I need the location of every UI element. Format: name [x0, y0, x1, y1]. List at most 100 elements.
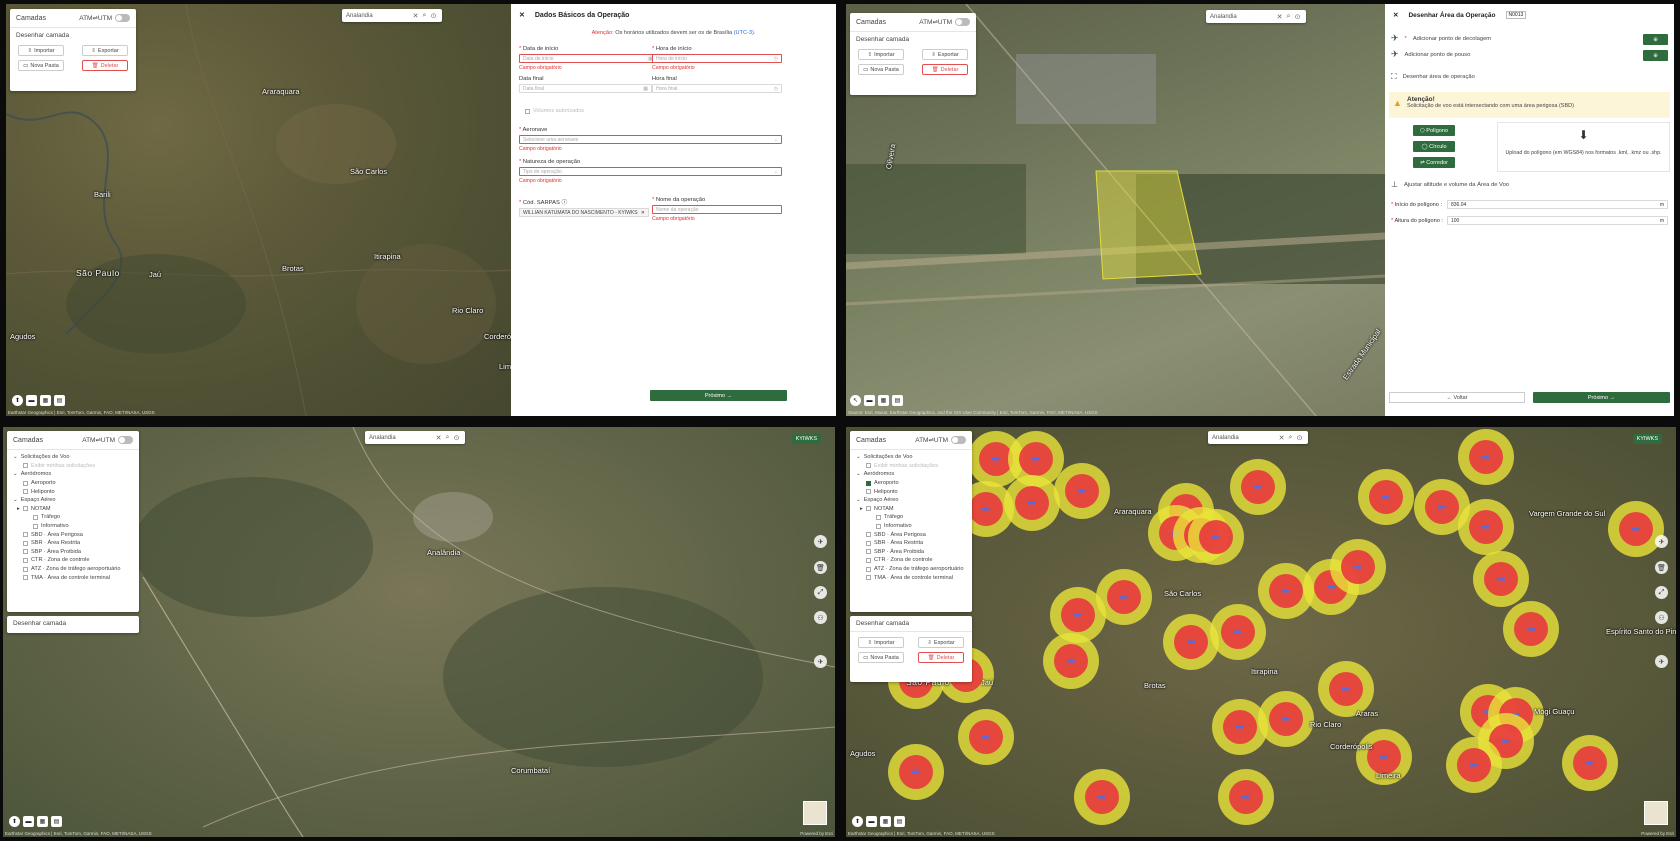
- users-icon[interactable]: ⚇: [814, 611, 827, 624]
- trash-icon[interactable]: 🗑: [814, 561, 827, 574]
- atm-utm-toggle[interactable]: [118, 436, 133, 444]
- search-input[interactable]: Analandia: [369, 435, 434, 441]
- tree-sbp[interactable]: SBP · Área Proibida: [13, 548, 133, 557]
- tree-atz[interactable]: ATZ · Zona de tráfego aeroportuário: [856, 565, 966, 574]
- polygon-button[interactable]: ⬠ Polígono: [1413, 125, 1455, 136]
- tree-heliport[interactable]: Heliponto: [13, 487, 133, 496]
- auto-volumes-checkbox[interactable]: Volumes autorizados: [525, 108, 584, 114]
- users-icon[interactable]: ⚇: [1655, 611, 1668, 624]
- close-icon[interactable]: ✕: [519, 11, 525, 19]
- export-button[interactable]: ⇩ Exportar: [922, 49, 968, 60]
- tree-info[interactable]: Informativo: [13, 522, 133, 531]
- new-folder-button[interactable]: ▭ Nova Pasta: [858, 652, 904, 663]
- trash-icon[interactable]: 🗑: [1655, 561, 1668, 574]
- atm-utm-toggle[interactable]: [951, 436, 966, 444]
- search-box[interactable]: Analandia ✕ ⌕ ⊙: [1208, 431, 1308, 444]
- grid-icon[interactable]: ▦: [40, 395, 51, 406]
- export-button[interactable]: ⇩ Exportar: [918, 637, 964, 648]
- minimap[interactable]: [1644, 801, 1668, 825]
- atm-utm-toggle[interactable]: [955, 18, 970, 26]
- tree-airport[interactable]: Aeroporto: [856, 479, 966, 488]
- layers-icon[interactable]: ▤: [894, 816, 905, 827]
- corridor-button[interactable]: ⇌ Corredor: [1413, 157, 1455, 168]
- tree-atz[interactable]: ATZ · Zona de tráfego aeroportuário: [13, 565, 133, 574]
- search-input[interactable]: Analandia: [1210, 14, 1275, 20]
- delete-button[interactable]: 🗑 Deletar: [922, 64, 968, 75]
- tree-sbr[interactable]: SBR · Área Restrita: [856, 539, 966, 548]
- close-icon[interactable]: ✕: [1393, 11, 1398, 19]
- add-landing-button[interactable]: ⊕: [1643, 50, 1668, 61]
- add-takeoff-button[interactable]: ⊕: [1643, 34, 1668, 45]
- atm-utm-toggle[interactable]: [115, 14, 130, 22]
- pointer-icon[interactable]: ↖: [850, 395, 861, 406]
- nature-select[interactable]: Tipo de operação ⌄: [519, 167, 782, 176]
- export-button[interactable]: ⇩ Exportar: [82, 45, 128, 56]
- tree-traffic[interactable]: Tráfego: [13, 513, 133, 522]
- compass-icon[interactable]: ⬆: [12, 395, 23, 406]
- poly-start-input[interactable]: 836.04 m: [1447, 200, 1668, 209]
- delete-button[interactable]: 🗑 Deletar: [918, 652, 964, 663]
- tree-ctr[interactable]: CTR · Zona de controle: [13, 556, 133, 565]
- tree-airspace[interactable]: ⌄ Espaço Aéreo: [13, 496, 133, 505]
- tree-tma[interactable]: TMA · Área de controle terminal: [856, 573, 966, 582]
- tree-notam[interactable]: ▸ NOTAM: [856, 505, 966, 514]
- user-badge[interactable]: KYIWKS: [791, 434, 821, 444]
- circle-button[interactable]: ◯ Círculo: [1413, 141, 1455, 152]
- start-date-input[interactable]: Data de início ▦: [519, 54, 657, 63]
- next-button[interactable]: Próximo →: [1533, 392, 1670, 403]
- satellite-map[interactable]: Araraquara São Carlos Vargem Grande do S…: [846, 427, 1676, 837]
- search-box[interactable]: Analandia ✕ ⌕ ⊙: [342, 9, 442, 22]
- search-box[interactable]: Analandia ✕ ⌕ ⊙: [1206, 10, 1306, 23]
- tree-info[interactable]: Informativo: [856, 522, 966, 531]
- new-folder-button[interactable]: ▭ Nova Pasta: [18, 60, 64, 71]
- grid-icon[interactable]: ▦: [878, 395, 889, 406]
- satellite-map[interactable]: Araraquara São Carlos Barili São Paulo J…: [6, 4, 511, 416]
- tree-airport[interactable]: Aeroporto: [13, 479, 133, 488]
- basemap-icon[interactable]: ▬: [26, 395, 37, 406]
- basemap-icon[interactable]: ▬: [866, 816, 877, 827]
- airplane-icon[interactable]: ✈: [1655, 535, 1668, 548]
- draw-panel-collapsed[interactable]: Desenhar camada: [7, 616, 139, 633]
- tree-sbr[interactable]: SBR · Área Restrita: [13, 539, 133, 548]
- tree-ctr[interactable]: CTR · Zona de controle: [856, 556, 966, 565]
- tree-flight-requests[interactable]: ⌄ Solicitações de Voo: [13, 453, 133, 462]
- expand-icon[interactable]: ⤢: [1655, 586, 1668, 599]
- grid-icon[interactable]: ▦: [880, 816, 891, 827]
- airplane-icon[interactable]: ✈: [814, 535, 827, 548]
- basemap-icon[interactable]: ▬: [864, 395, 875, 406]
- import-button[interactable]: ⇪ Importar: [858, 49, 904, 60]
- new-folder-button[interactable]: ▭ Nova Pasta: [858, 64, 904, 75]
- satellite-map[interactable]: Analândia Corumbataí Camadas ATM⇌UTM ⌄ Sol…: [3, 427, 835, 837]
- tree-show-mine[interactable]: Exibir minhas solicitações: [13, 462, 133, 471]
- next-button[interactable]: Próximo →: [650, 390, 787, 401]
- locate-icon[interactable]: ⊙: [429, 12, 438, 20]
- tree-sbd[interactable]: SBD · Área Perigosa: [13, 530, 133, 539]
- import-button[interactable]: ⇪ Importar: [858, 637, 904, 648]
- tree-show-mine[interactable]: Exibir minhas solicitações: [856, 462, 966, 471]
- opname-input[interactable]: Nome da operação: [652, 205, 782, 214]
- end-time-input[interactable]: Hora final ◷: [652, 84, 782, 93]
- tree-sbd[interactable]: SBD · Área Perigosa: [856, 530, 966, 539]
- satellite-map[interactable]: Oliveira Estrada Municipal Camadas ATM⇌UT…: [846, 4, 1385, 416]
- search-input[interactable]: Analandia: [346, 13, 411, 19]
- sarpas-tag[interactable]: WILLIAN KATUMATA DO NASCIMENTO - KYIWKS ✕: [519, 208, 649, 217]
- minimap[interactable]: [803, 801, 827, 825]
- upload-area[interactable]: ⬇ Upload do polígono (em WGS84) nos form…: [1497, 122, 1670, 172]
- tree-aerodromes[interactable]: ⌄ Aeródromos: [13, 470, 133, 479]
- user-badge[interactable]: KYIWKS: [1632, 434, 1662, 444]
- expand-icon[interactable]: ⤢: [814, 586, 827, 599]
- compass-icon[interactable]: ⬆: [9, 816, 20, 827]
- tree-traffic[interactable]: Tráfego: [856, 513, 966, 522]
- grid-icon[interactable]: ▦: [37, 816, 48, 827]
- layers-icon[interactable]: ▤: [51, 816, 62, 827]
- layers-icon[interactable]: ▤: [892, 395, 903, 406]
- compass-icon[interactable]: ⬆: [852, 816, 863, 827]
- end-date-input[interactable]: Data final ▦: [519, 84, 652, 93]
- basemap-icon[interactable]: ▬: [23, 816, 34, 827]
- tree-heliport[interactable]: Heliponto: [856, 487, 966, 496]
- import-button[interactable]: ⇪ Importar: [18, 45, 64, 56]
- tree-notam[interactable]: ▸ NOTAM: [13, 505, 133, 514]
- tree-sbp[interactable]: SBP · Área Proibida: [856, 548, 966, 557]
- poly-height-input[interactable]: 100 m: [1447, 216, 1668, 225]
- tree-tma[interactable]: TMA · Área de controle terminal: [13, 573, 133, 582]
